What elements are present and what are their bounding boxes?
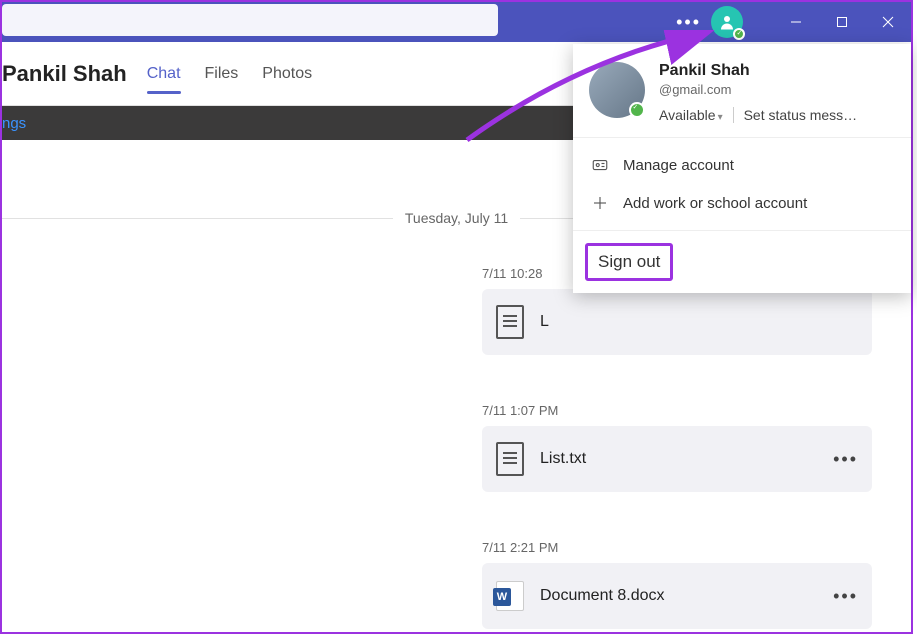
add-account-label: Add work or school account [623,195,807,212]
set-status-message[interactable]: Set status mess… [744,107,858,123]
chat-title: Pankil Shah [2,61,127,87]
person-icon [718,13,736,31]
profile-name: Pankil Shah [659,62,895,80]
file-more-button[interactable]: ••• [833,449,858,470]
word-file-icon [496,581,524,611]
file-card[interactable]: Document 8.docx ••• [482,563,872,629]
manage-account-label: Manage account [623,157,734,174]
status-picker[interactable]: Available▾ [659,107,723,123]
chevron-down-icon: ▾ [718,112,723,123]
add-account-item[interactable]: Add work or school account [573,184,911,222]
title-bar: ••• [2,2,911,42]
tab-files[interactable]: Files [205,42,239,106]
file-name: Document 8.docx [540,587,833,605]
profile-avatar-large [589,62,645,118]
profile-email: @gmail.com [659,82,895,97]
profile-avatar-button[interactable] [711,6,743,38]
message-timestamp: 7/11 2:21 PM [482,540,872,555]
file-name: L [540,313,858,331]
text-file-icon [496,442,524,476]
date-label: Tuesday, July 11 [393,210,520,226]
presence-available-icon [733,28,745,40]
search-bar[interactable] [2,4,498,36]
profile-dropdown: Pankil Shah @gmail.com Available▾ Set st… [573,44,911,293]
more-options-button[interactable]: ••• [666,12,711,33]
manage-account-item[interactable]: Manage account [573,146,911,184]
tab-bar: Chat Files Photos [147,42,312,106]
text-file-icon [496,305,524,339]
sign-out-button[interactable]: Sign out [585,243,673,281]
id-card-icon [591,156,609,174]
plus-icon [591,194,609,212]
tab-photos[interactable]: Photos [262,42,312,106]
banner-link[interactable]: ngs [2,115,26,132]
tab-chat[interactable]: Chat [147,42,181,106]
file-card[interactable]: List.txt ••• [482,426,872,492]
file-card[interactable]: L [482,289,872,355]
presence-available-icon [629,102,645,118]
separator [733,107,734,123]
file-name: List.txt [540,450,833,468]
maximize-button[interactable] [819,2,865,42]
minimize-button[interactable] [773,2,819,42]
close-button[interactable] [865,2,911,42]
message-timestamp: 7/11 1:07 PM [482,403,872,418]
file-more-button[interactable]: ••• [833,586,858,607]
